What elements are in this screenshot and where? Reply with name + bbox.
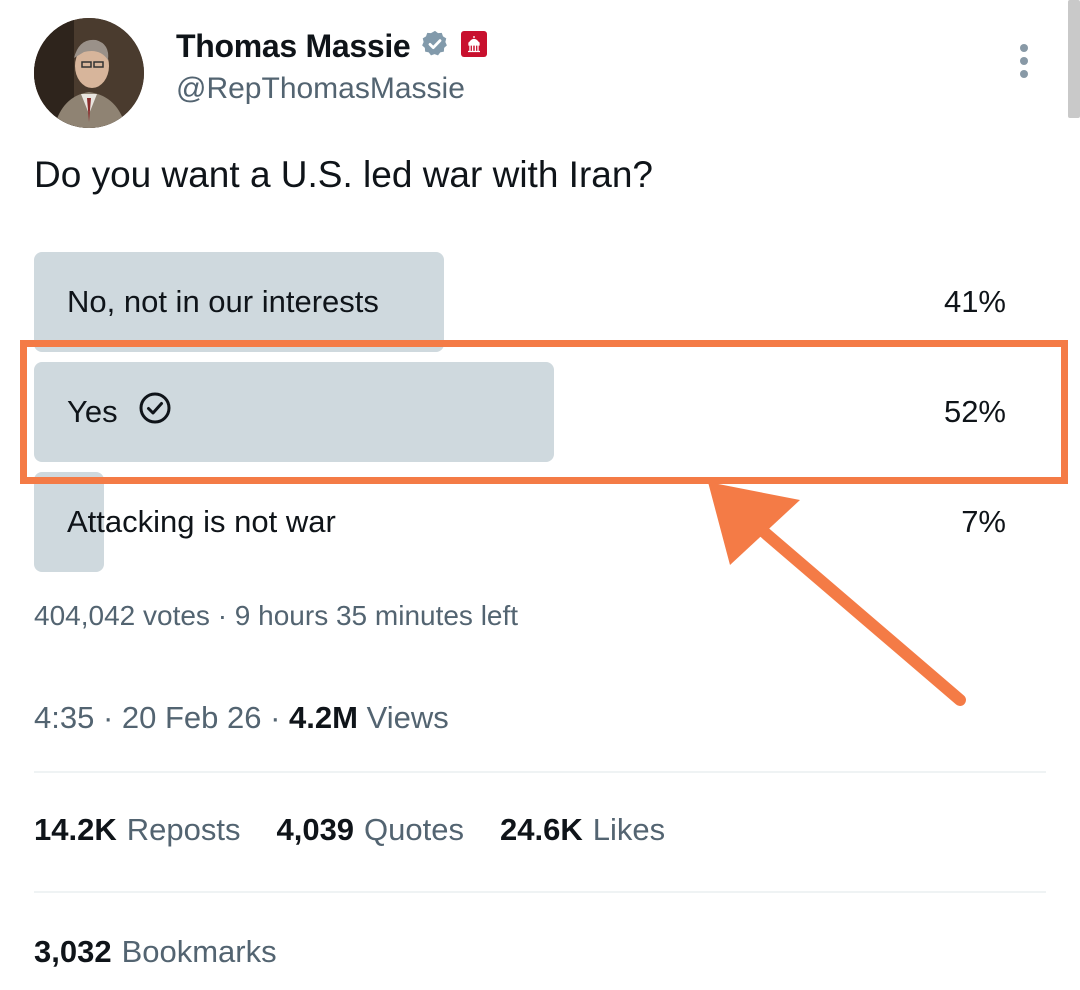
divider: [34, 771, 1046, 773]
government-badge-icon: [460, 30, 488, 63]
timestamp[interactable]: 4:35 · 20 Feb 26 ·: [34, 700, 289, 735]
poll-option[interactable]: No, not in our interests 41%: [34, 252, 1014, 352]
author-handle[interactable]: @RepThomasMassie: [176, 72, 465, 106]
author-name-row: Thomas Massie: [176, 28, 488, 65]
bookmarks-count: 3,032: [34, 934, 112, 969]
verified-badge-icon: [420, 29, 450, 64]
likes-label: Likes: [592, 812, 666, 847]
reposts-count: 14.2K: [34, 812, 117, 847]
poll-summary: 404,042 votes · 9 hours 35 minutes left: [34, 600, 519, 631]
bookmarks-stat[interactable]: 3,032 Bookmarks: [34, 934, 277, 970]
views-count: 4.2M: [289, 700, 358, 735]
likes-count: 24.6K: [500, 812, 583, 847]
scrollbar[interactable]: [1068, 0, 1080, 118]
poll-option-label: No, not in our interests: [67, 252, 379, 352]
more-options-icon[interactable]: [1012, 42, 1036, 82]
quotes-count: 4,039: [276, 812, 355, 847]
tweet-text: Do you want a U.S. led war with Iran?: [34, 154, 654, 195]
highlight-annotation-box: [20, 340, 1068, 484]
engagement-stats: 14.2K Reposts 4,039 Quotes 24.6K Likes: [34, 812, 665, 848]
reposts-stat[interactable]: 14.2K Reposts: [34, 812, 240, 848]
arrow-annotation-icon: [690, 470, 980, 710]
quotes-stat[interactable]: 4,039 Quotes: [276, 812, 464, 848]
reposts-label: Reposts: [126, 812, 241, 847]
avatar[interactable]: [34, 18, 144, 128]
poll-option-label: Attacking is not war: [67, 472, 336, 572]
likes-stat[interactable]: 24.6K Likes: [500, 812, 665, 848]
bookmarks-label: Bookmarks: [121, 934, 277, 969]
quotes-label: Quotes: [364, 812, 464, 847]
poll-option-text: No, not in our interests: [67, 284, 379, 319]
poll-option-text: Attacking is not war: [67, 504, 336, 539]
views-label: Views: [357, 700, 449, 735]
author-name[interactable]: Thomas Massie: [176, 28, 411, 65]
tweet-meta: 4:35 · 20 Feb 26 · 4.2M Views: [34, 700, 449, 736]
divider: [34, 891, 1046, 893]
avatar-photo: [34, 18, 144, 128]
poll-option-percent: 41%: [943, 284, 1006, 319]
